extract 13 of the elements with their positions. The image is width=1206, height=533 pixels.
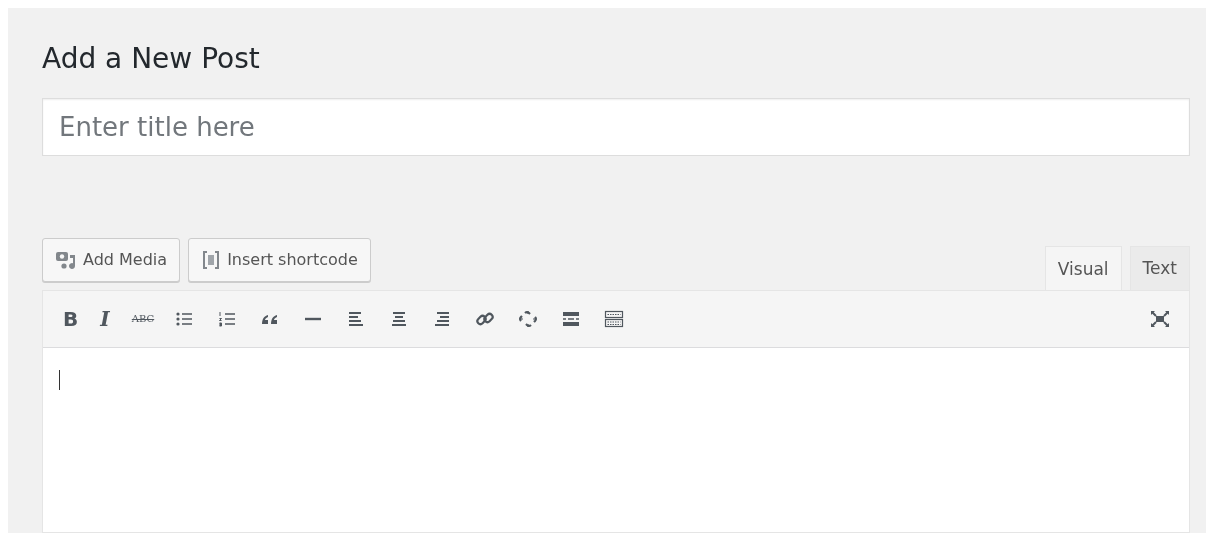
keyboard-icon[interactable] (604, 308, 624, 329)
title-input-field[interactable]: Enter title here (42, 97, 1190, 156)
add-media-button[interactable]: Add Media (42, 237, 181, 282)
page-heading: Add a New Post (42, 42, 261, 76)
bold-button[interactable]: B (63, 306, 83, 331)
brackets-icon (201, 249, 222, 270)
strikethrough-button[interactable]: ABC (127, 313, 159, 325)
fullscreen-icon[interactable] (1149, 308, 1171, 329)
italic-button[interactable]: I (90, 306, 120, 331)
editor-tab[interactable]: Text (1129, 245, 1190, 290)
camera-music-icon (55, 249, 77, 270)
editor-tab[interactable]: Visual (1044, 245, 1122, 291)
shortcode-button[interactable]: Insert shortcode (188, 237, 371, 282)
